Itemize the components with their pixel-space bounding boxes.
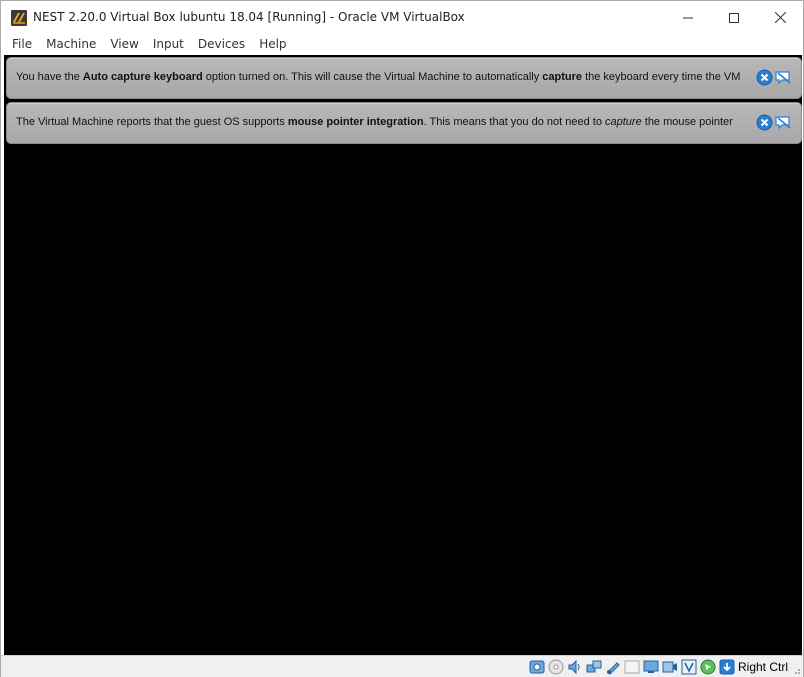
status-indicators [529, 659, 735, 675]
virtualbox-app-icon [11, 10, 27, 26]
mouse-integration-notice: The Virtual Machine reports that the gue… [6, 102, 802, 144]
minimize-button[interactable] [665, 1, 711, 34]
menu-machine[interactable]: Machine [39, 34, 103, 55]
video-capture-icon[interactable] [662, 659, 678, 675]
window-title: NEST 2.20.0 Virtual Box lubuntu 18.04 [R… [33, 10, 465, 24]
menu-file[interactable]: File [5, 34, 39, 55]
shared-folders-icon[interactable] [624, 659, 640, 675]
menu-input[interactable]: Input [146, 34, 191, 55]
vm-display[interactable]: You have the Auto capture keyboard optio… [4, 55, 802, 655]
usb-icon[interactable] [605, 659, 621, 675]
status-bar: Right Ctrl [1, 655, 803, 677]
virtualization-icon[interactable] [681, 659, 697, 675]
close-notice-icon[interactable] [756, 114, 773, 131]
resize-grip-icon[interactable] [791, 665, 801, 675]
optical-drive-icon[interactable] [548, 659, 564, 675]
close-button[interactable] [757, 1, 803, 34]
menu-help[interactable]: Help [252, 34, 293, 55]
display-icon[interactable] [643, 659, 659, 675]
close-icon [774, 12, 786, 23]
menu-view[interactable]: View [103, 34, 145, 55]
virtualbox-window: NEST 2.20.0 Virtual Box lubuntu 18.04 [R… [0, 0, 804, 677]
do-not-show-again-icon[interactable] [775, 69, 792, 86]
host-key-label: Right Ctrl [738, 660, 789, 674]
menu-bar: File Machine View Input Devices Help [1, 34, 803, 55]
network-icon[interactable] [586, 659, 602, 675]
do-not-show-again-icon[interactable] [775, 114, 792, 131]
mouse-integration-icon[interactable] [700, 659, 716, 675]
title-bar[interactable]: NEST 2.20.0 Virtual Box lubuntu 18.04 [R… [1, 1, 803, 34]
audio-icon[interactable] [567, 659, 583, 675]
keyboard-capture-notice: You have the Auto capture keyboard optio… [6, 57, 802, 99]
maximize-button[interactable] [711, 1, 757, 34]
notice-text: You have the Auto capture keyboard optio… [16, 71, 741, 83]
close-notice-icon[interactable] [756, 69, 773, 86]
notice-text: The Virtual Machine reports that the gue… [16, 116, 733, 128]
keyboard-capture-icon[interactable] [719, 659, 735, 675]
minimize-icon [683, 17, 693, 18]
hard-disk-icon[interactable] [529, 659, 545, 675]
menu-devices[interactable]: Devices [191, 34, 252, 55]
maximize-icon [729, 12, 739, 23]
